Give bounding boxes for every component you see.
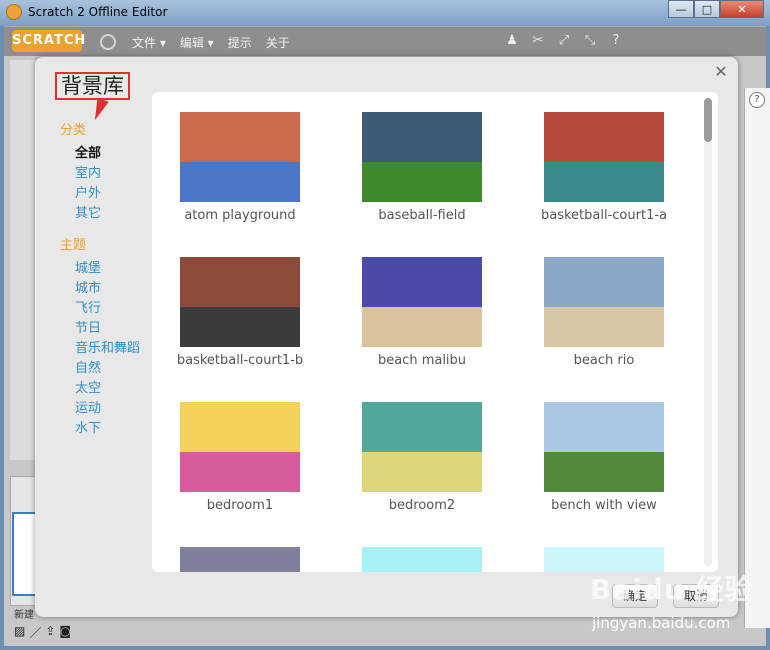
theme-nature[interactable]: 自然 xyxy=(60,359,140,379)
new-backdrop-label: 新建 xyxy=(14,610,34,621)
backdrop-thumbnail xyxy=(362,402,482,492)
backdrop-library-dialog: ✕ 背景库 分类 全部 室内 户外 其它 主题 城堡 城市 飞行 节日 音乐和舞… xyxy=(35,57,738,617)
backdrop-item[interactable]: bedroom2 xyxy=(352,402,492,513)
theme-space[interactable]: 太空 xyxy=(60,379,140,399)
theme-castle[interactable]: 城堡 xyxy=(60,259,140,279)
backdrop-label: beach malibu xyxy=(377,353,467,368)
paint-brush-icon[interactable]: ／ xyxy=(29,624,41,641)
backdrop-label: bench with view xyxy=(551,498,657,513)
backdrop-label: beach rio xyxy=(573,353,635,368)
backdrop-thumbnail xyxy=(362,547,482,572)
category-outdoors[interactable]: 户外 xyxy=(60,184,101,204)
backdrop-thumbnail xyxy=(180,547,300,572)
backdrop-thumbnail xyxy=(544,402,664,492)
backdrop-item[interactable]: beach rio xyxy=(534,257,674,368)
backdrop-label: bedroom2 xyxy=(388,498,456,513)
backdrop-item[interactable] xyxy=(170,547,310,572)
main-menu: 文件 ▾ 编辑 ▾ 提示 关于 xyxy=(132,34,290,51)
delete-scissors-icon[interactable]: ✂ xyxy=(530,33,546,49)
new-backdrop-tools: ▨ ／ ⇪ ◙ xyxy=(14,624,71,641)
watermark-url: jingyan.baidu.com xyxy=(592,614,731,632)
backdrop-item[interactable]: atom playground xyxy=(170,112,310,223)
backdrop-label: baseball-field xyxy=(378,208,466,223)
upload-icon[interactable]: ⇪ xyxy=(45,624,55,641)
backdrop-label: basketball-court1-b xyxy=(176,353,304,368)
theme-city[interactable]: 城市 xyxy=(60,279,140,299)
backdrop-label: atom playground xyxy=(184,208,296,223)
backdrop-thumbnail xyxy=(180,112,300,202)
backdrop-item[interactable]: basketball-court1-a xyxy=(534,112,674,223)
menu-about[interactable]: 关于 xyxy=(266,34,290,51)
duplicate-stamp-icon[interactable]: ♟ xyxy=(504,33,520,49)
backdrop-item[interactable]: bedroom1 xyxy=(170,402,310,513)
backdrop-item[interactable]: basketball-court1-b xyxy=(170,257,310,368)
maximize-button[interactable]: □ xyxy=(694,0,720,18)
grow-icon[interactable]: ⤢ xyxy=(556,33,572,49)
category-heading: 分类 xyxy=(60,123,87,138)
library-scrollbar[interactable] xyxy=(704,98,712,566)
backdrop-thumbnail xyxy=(180,402,300,492)
help-block-icon[interactable]: ? xyxy=(608,33,624,49)
baidu-watermark-logo: Baidu 经验 xyxy=(590,573,754,606)
sprite-tools: ♟ ✂ ⤢ ⤡ ? xyxy=(504,33,624,49)
backdrop-label: bedroom1 xyxy=(206,498,274,513)
close-window-button[interactable]: ✕ xyxy=(720,0,764,18)
menu-edit[interactable]: 编辑 ▾ xyxy=(180,34,214,51)
theme-flying[interactable]: 飞行 xyxy=(60,299,140,319)
backdrop-thumbnail xyxy=(544,257,664,347)
close-icon[interactable]: ✕ xyxy=(712,63,730,81)
theme-underwater[interactable]: 水下 xyxy=(60,419,140,439)
camera-icon[interactable]: ◙ xyxy=(59,624,71,641)
window-title: Scratch 2 Offline Editor xyxy=(28,5,168,19)
menu-tips[interactable]: 提示 xyxy=(228,34,252,51)
theme-sports[interactable]: 运动 xyxy=(60,399,140,419)
category-all[interactable]: 全部 xyxy=(60,144,101,164)
backdrop-item[interactable]: bench with view xyxy=(534,402,674,513)
window-titlebar: Scratch 2 Offline Editor — □ ✕ xyxy=(0,0,770,26)
theme-music-dance[interactable]: 音乐和舞蹈 xyxy=(60,339,140,359)
language-globe-icon[interactable] xyxy=(100,34,116,50)
backdrop-label: basketball-court1-a xyxy=(541,208,667,223)
backdrop-grid-panel: atom playground baseball-field basketball-… xyxy=(152,92,718,572)
scratch-logo[interactable]: SCRATCH xyxy=(12,30,85,52)
backdrop-item[interactable]: baseball-field xyxy=(352,112,492,223)
minimize-button[interactable]: — xyxy=(668,0,694,18)
theme-heading: 主题 xyxy=(60,238,87,253)
category-indoors[interactable]: 室内 xyxy=(60,164,101,184)
backdrop-item[interactable]: beach malibu xyxy=(352,257,492,368)
theme-holiday[interactable]: 节日 xyxy=(60,319,140,339)
scratch-app-icon xyxy=(6,4,22,20)
category-other[interactable]: 其它 xyxy=(60,204,101,224)
shrink-icon[interactable]: ⤡ xyxy=(582,33,598,49)
menu-file[interactable]: 文件 ▾ xyxy=(132,34,166,51)
backdrop-thumbnail xyxy=(362,257,482,347)
scratch-menubar: SCRATCH 文件 ▾ 编辑 ▾ 提示 关于 ♟ ✂ ⤢ ⤡ ? xyxy=(4,26,766,56)
backdrop-thumbnail xyxy=(362,112,482,202)
choose-backdrop-icon[interactable]: ▨ xyxy=(14,624,25,641)
backdrop-thumbnail xyxy=(180,257,300,347)
tips-help-icon[interactable]: ? xyxy=(749,92,765,108)
dialog-title: 背景库 xyxy=(55,72,130,100)
theme-filter: 主题 城堡 城市 飞行 节日 音乐和舞蹈 自然 太空 运动 水下 xyxy=(60,234,140,439)
tips-sidebar xyxy=(744,88,770,628)
scrollbar-thumb[interactable] xyxy=(704,98,712,142)
backdrop-thumbnail xyxy=(544,112,664,202)
category-filter: 分类 全部 室内 户外 其它 xyxy=(60,119,101,224)
backdrop-item[interactable] xyxy=(352,547,492,572)
window-controls: — □ ✕ xyxy=(668,0,764,20)
